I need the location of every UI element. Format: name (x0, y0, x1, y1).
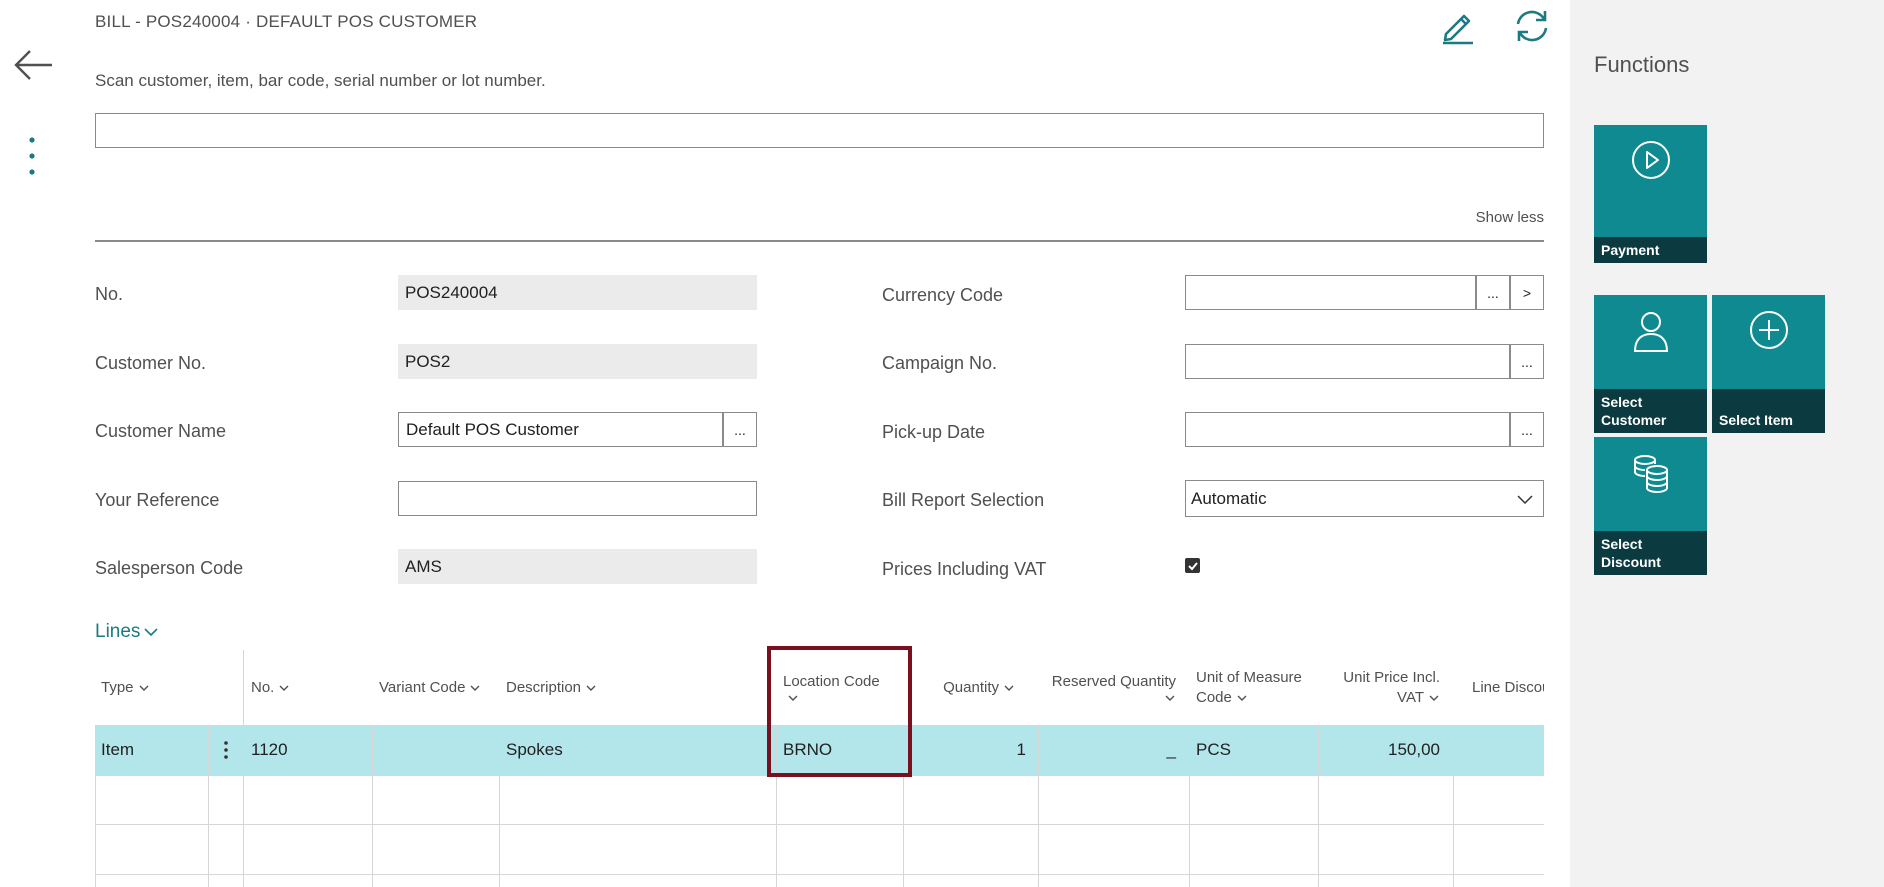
payment-tile[interactable]: Payment (1594, 125, 1707, 263)
select-customer-tile[interactable]: Select Customer (1594, 295, 1707, 433)
column-header-description[interactable]: Description (506, 650, 706, 725)
column-header-no[interactable]: No. (251, 650, 351, 725)
scan-input[interactable] (95, 113, 1544, 148)
column-header-reserved-quantity[interactable]: Reserved Quantity (1050, 650, 1176, 725)
no-field: POS240004 (398, 275, 757, 310)
row-divider (95, 874, 1544, 875)
scan-label: Scan customer, item, bar code, serial nu… (95, 71, 546, 90)
pick-up-date-label: Pick-up Date (882, 422, 986, 442)
more-vertical-icon[interactable] (22, 134, 42, 178)
lines-title: Lines (95, 621, 141, 642)
plus-circle-icon (1712, 309, 1825, 359)
prices-including-vat-label: Prices Including VAT (882, 559, 1047, 579)
left-rail (0, 0, 70, 887)
column-header-unit-of-measure-code[interactable]: Unit of Measure Code (1196, 650, 1316, 725)
column-header-unit-price-incl-vat[interactable]: Unit Price Incl. VAT (1325, 650, 1440, 725)
payment-tile-label: Payment (1594, 237, 1707, 263)
bill-report-selection-label: Bill Report Selection (882, 490, 1045, 510)
currency-code-drilldown-button[interactable]: > (1510, 275, 1544, 310)
cell-unit-of-measure-code[interactable]: PCS (1196, 725, 1231, 775)
row-divider (95, 824, 1544, 825)
customer-name-lookup-button[interactable]: ... (723, 412, 757, 447)
section-divider (95, 240, 1544, 242)
functions-title: Functions (1594, 52, 1690, 77)
lines-section-toggle[interactable]: Lines (95, 621, 159, 643)
functions-factbox: Functions Payment Select Customer Select… (1570, 0, 1884, 887)
cell-reserved-quantity[interactable]: _ (1050, 725, 1176, 775)
row-actions-icon[interactable] (215, 725, 237, 775)
pick-up-date-field[interactable] (1185, 412, 1510, 447)
select-item-tile-label: Select Item (1712, 389, 1825, 433)
cell-no[interactable]: 1120 (251, 725, 288, 775)
select-item-tile[interactable]: Select Item (1712, 295, 1825, 433)
cell-location-code[interactable]: BRNO (783, 725, 832, 775)
refresh-icon[interactable] (1511, 5, 1553, 47)
show-less-link[interactable]: Show less (1476, 209, 1544, 226)
customer-no-label: Customer No. (95, 353, 207, 373)
cell-quantity[interactable]: 1 (915, 725, 1026, 775)
page-title: BILL - POS240004 · DEFAULT POS CUSTOMER (95, 12, 478, 31)
person-icon (1594, 309, 1707, 359)
prices-including-vat-checkbox[interactable] (1185, 558, 1200, 573)
play-circle-icon (1594, 139, 1707, 189)
checkmark-icon (1187, 561, 1198, 570)
cell-description[interactable]: Spokes (506, 725, 563, 775)
bill-card-page: BILL - POS240004 · DEFAULT POS CUSTOMER … (70, 0, 1570, 887)
bill-report-selection-value: Automatic (1191, 488, 1267, 508)
customer-no-field: POS2 (398, 344, 757, 379)
edit-pencil-icon[interactable] (1437, 5, 1477, 45)
campaign-no-lookup-button[interactable]: ... (1510, 344, 1544, 379)
chevron-down-icon (144, 628, 158, 637)
pick-up-date-picker-button[interactable]: ... (1510, 412, 1544, 447)
column-header-type[interactable]: Type (101, 650, 201, 725)
your-reference-label: Your Reference (95, 490, 220, 510)
cell-type[interactable]: Item (101, 725, 134, 775)
select-discount-tile-label: Select Discount (1594, 531, 1707, 575)
salesperson-code-field: AMS (398, 549, 757, 584)
no-label: No. (95, 284, 124, 304)
select-customer-tile-label: Select Customer (1594, 389, 1707, 433)
select-discount-tile[interactable]: Select Discount (1594, 437, 1707, 575)
currency-code-label: Currency Code (882, 285, 1004, 305)
chevron-down-icon (1517, 495, 1533, 505)
lines-grid: Type No. Variant Code Description Locati… (95, 650, 1544, 887)
back-arrow-icon[interactable] (12, 44, 54, 86)
customer-name-label: Customer Name (95, 421, 227, 441)
coins-icon (1594, 451, 1707, 501)
column-header-location-code[interactable]: Location Code (783, 650, 903, 725)
column-header-variant-code[interactable]: Variant Code (379, 650, 499, 725)
column-header-quantity[interactable]: Quantity (915, 650, 1015, 725)
bill-report-selection-dropdown[interactable]: Automatic (1185, 480, 1544, 517)
customer-name-field[interactable]: Default POS Customer (398, 412, 723, 447)
header-divider (243, 650, 244, 725)
currency-code-lookup-button[interactable]: ... (1476, 275, 1510, 310)
cell-unit-price-incl-vat[interactable]: 150,00 (1325, 725, 1440, 775)
row-divider (95, 775, 1544, 776)
campaign-no-label: Campaign No. (882, 353, 998, 373)
currency-code-field[interactable] (1185, 275, 1476, 310)
salesperson-code-label: Salesperson Code (95, 558, 244, 578)
campaign-no-field[interactable] (1185, 344, 1510, 379)
your-reference-field[interactable] (398, 481, 757, 516)
column-header-line-discount[interactable]: Line Discou (1472, 650, 1544, 725)
